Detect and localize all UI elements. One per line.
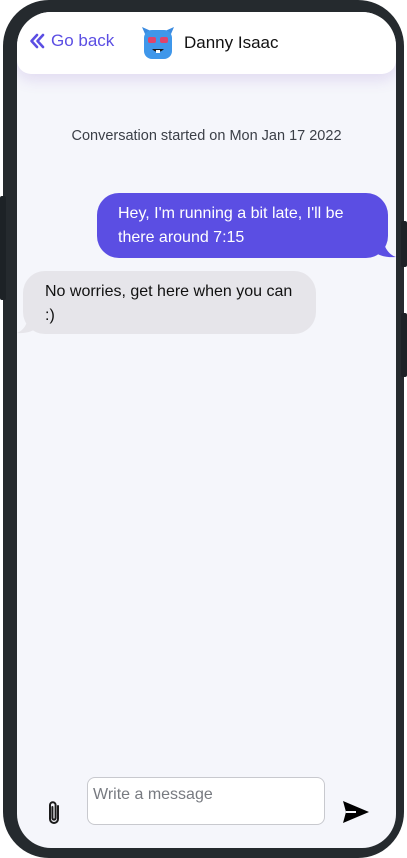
chat-screen: Go back Danny Isaac Conversation started… (17, 12, 396, 848)
phone-side-button (0, 196, 6, 300)
message-bubble-received: No worries, get here when you can :) (23, 271, 316, 334)
chat-header: Go back Danny Isaac (17, 12, 396, 74)
back-label: Go back (51, 31, 115, 50)
message-input[interactable] (87, 777, 325, 825)
robot-avatar (142, 27, 174, 59)
phone-side-button (401, 221, 407, 267)
send-icon[interactable] (342, 800, 370, 824)
message-bubble-sent: Hey, I'm running a bit late, I'll be the… (97, 193, 388, 258)
contact-name: Danny Isaac (184, 33, 279, 52)
paperclip-icon[interactable] (45, 799, 63, 827)
double-chevron-left-icon (30, 33, 45, 49)
back-button[interactable]: Go back (29, 31, 114, 51)
conversation-start-label: Conversation started on Mon Jan 17 2022 (71, 128, 342, 144)
received-bubble-tail (17, 314, 39, 334)
sent-bubble-tail (372, 238, 396, 258)
phone-side-button (401, 313, 407, 377)
